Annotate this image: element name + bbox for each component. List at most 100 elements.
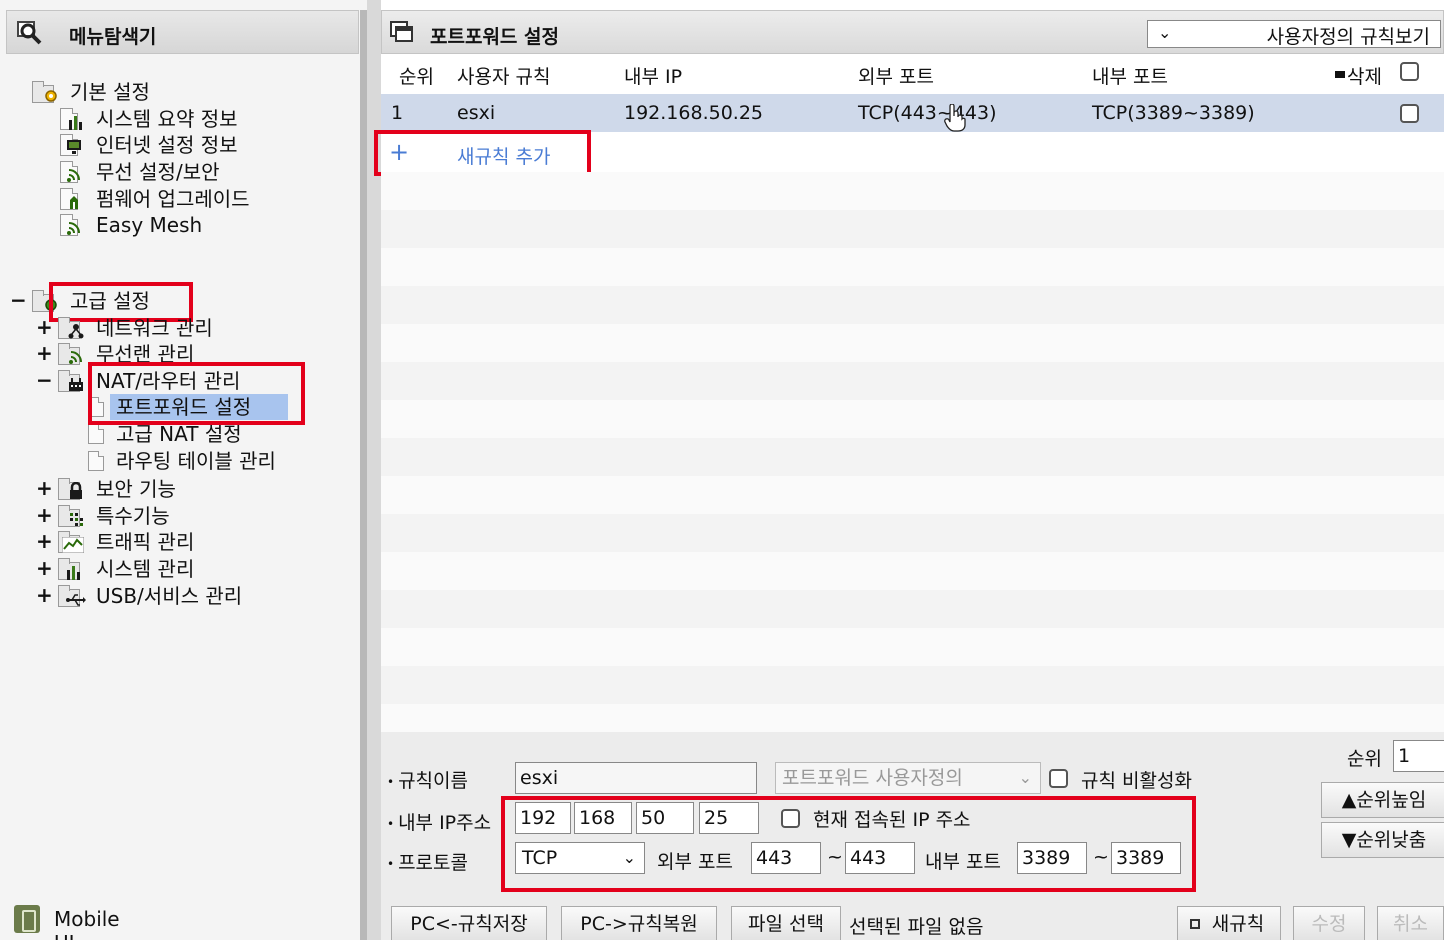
rules-table-header: 순위 사용자 규칙 내부 IP 외부 포트 내부 포트 삭제 (381, 54, 1444, 94)
tree-item-system-summary[interactable]: 시스템 요약 정보 (60, 106, 280, 132)
highlight-nat-router (88, 362, 305, 425)
disable-rule-label: 규칙 비활성화 (1081, 770, 1192, 792)
tree-item-easy-mesh[interactable]: Easy Mesh (60, 212, 260, 238)
rule-view-select[interactable]: ⌄ 사용자정의 규칙보기 (1147, 20, 1441, 48)
folder-settings-icon (32, 81, 58, 103)
new-rule-button[interactable]: 새규칙 (1177, 906, 1281, 940)
lower-order-button[interactable]: ▼순위낮춤 (1321, 822, 1444, 858)
new-rule-icon (1190, 919, 1200, 929)
page-title: 포트포워드 설정 (430, 26, 559, 48)
monitor-icon (60, 134, 86, 156)
lock-icon (58, 478, 84, 500)
table-row[interactable]: 1 esxi 192.168.50.25 TCP(443~443) TCP(33… (381, 94, 1444, 132)
menu-explorer-header: 메뉴탐색기 (6, 10, 359, 54)
mobile-ui-label: Mobile UI (54, 907, 120, 940)
tree-label: 무선 설정/보안 (96, 160, 220, 184)
tree-basic-settings[interactable]: 기본 설정 (32, 79, 232, 105)
tree-label: 기본 설정 (70, 80, 150, 104)
rule-name-label: 규칙이름 (387, 766, 468, 793)
chevron-down-icon: ⌄ (1018, 768, 1032, 787)
tree-label: 트래픽 관리 (96, 530, 195, 554)
tree-item-usb-service[interactable]: + USB/서비스 관리 (36, 583, 276, 609)
internal-ip-label: 내부 IP주소 (387, 808, 491, 835)
disable-rule-checkbox[interactable] (1049, 769, 1068, 788)
select-all-checkbox[interactable] (1400, 62, 1419, 81)
cell-order: 1 (391, 102, 404, 124)
save-to-pc-button[interactable]: PC<-규칙저장 (391, 906, 547, 940)
bar-chart-icon (60, 108, 86, 130)
wifi-icon (58, 343, 84, 365)
tree-item-system[interactable]: + 시스템 관리 (36, 556, 256, 582)
column-order: 순위 (399, 66, 434, 88)
restore-from-pc-button[interactable]: PC->규칙복원 (561, 906, 717, 940)
usb-icon (58, 585, 86, 607)
expand-toggle[interactable]: + (36, 503, 53, 527)
order-input[interactable]: 1 (1393, 740, 1444, 772)
tree-label: 시스템 관리 (96, 557, 195, 581)
row-delete-checkbox[interactable] (1400, 104, 1419, 123)
cancel-button[interactable]: 취소 (1377, 906, 1444, 940)
mesh-icon (60, 214, 86, 236)
cell-external-port: TCP(443~443) (858, 102, 997, 124)
highlight-ip-port-fields (501, 796, 1196, 892)
cell-internal-port: TCP(3389~3389) (1092, 102, 1255, 124)
expand-toggle[interactable]: + (36, 476, 53, 500)
grid-icon (58, 505, 84, 527)
panel-splitter[interactable] (360, 10, 367, 940)
minus-icon (1335, 71, 1345, 78)
tree-label: 시스템 요약 정보 (96, 107, 238, 131)
port-forward-header: 포트포워드 설정 ⌄ 사용자정의 규칙보기 (381, 10, 1444, 54)
new-rule-button-label: 새규칙 (1211, 913, 1265, 935)
hand-cursor-icon (944, 104, 966, 132)
window-icon (390, 21, 413, 42)
wifi-icon (60, 161, 86, 183)
line-chart-icon (58, 531, 84, 553)
firmware-icon (60, 188, 86, 210)
expand-toggle[interactable]: + (36, 341, 53, 365)
tree-item-network[interactable]: + 네트워크 관리 (36, 315, 256, 341)
page-icon (88, 424, 114, 446)
tree-label: USB/서비스 관리 (96, 584, 243, 608)
tree-item-special[interactable]: + 특수기능 (36, 503, 256, 529)
collapse-toggle[interactable]: − (36, 368, 53, 392)
cell-internal-ip: 192.168.50.25 (624, 102, 764, 124)
tree-item-routing-table[interactable]: 라우팅 테이블 관리 (88, 448, 308, 474)
tree-label: Easy Mesh (96, 213, 203, 237)
tree-item-traffic[interactable]: + 트래픽 관리 (36, 529, 256, 555)
expand-toggle[interactable]: + (36, 583, 53, 607)
router-icon (58, 370, 84, 392)
tree-item-internet-info[interactable]: 인터넷 설정 정보 (60, 132, 280, 158)
rule-name-input[interactable]: esxi (515, 762, 757, 794)
order-label: 순위 (1347, 748, 1382, 770)
chevron-down-icon: ⌄ (1158, 23, 1172, 42)
column-internal-ip: 내부 IP (624, 66, 683, 88)
column-rule: 사용자 규칙 (457, 66, 551, 88)
collapse-toggle[interactable]: − (10, 288, 27, 312)
menu-explorer-title: 메뉴탐색기 (69, 26, 157, 48)
rule-type-select[interactable]: 포트포워드 사용자정의 ⌄ (775, 762, 1041, 794)
highlight-add-rule (374, 130, 591, 176)
tree-label: 네트워크 관리 (96, 316, 213, 340)
port-forward-panel: 포트포워드 설정 ⌄ 사용자정의 규칙보기 순위 사용자 규칙 내부 IP 외부… (367, 0, 1444, 940)
search-icon (17, 21, 42, 45)
expand-toggle[interactable]: + (36, 315, 53, 339)
menu-explorer-panel: 메뉴탐색기 기본 설정 시스템 요약 정보 인터넷 설정 정보 무선 설정/보안 (0, 0, 367, 940)
column-internal-port: 내부 포트 (1092, 66, 1168, 88)
network-icon (58, 317, 84, 339)
expand-toggle[interactable]: + (36, 556, 53, 580)
page-icon (88, 451, 114, 473)
modify-button[interactable]: 수정 (1293, 906, 1365, 940)
tree-item-wireless-security[interactable]: 무선 설정/보안 (60, 159, 280, 185)
tree-label: 인터넷 설정 정보 (96, 133, 238, 157)
tree-label: 특수기능 (96, 504, 170, 528)
column-delete: 삭제 (1347, 66, 1382, 88)
raise-order-button[interactable]: ▲순위높임 (1321, 782, 1444, 818)
rule-edit-form: 규칙이름 esxi 포트포워드 사용자정의 ⌄ 규칙 비활성화 내부 IP주소 … (381, 732, 1444, 940)
column-external-port: 외부 포트 (858, 66, 934, 88)
expand-toggle[interactable]: + (36, 529, 53, 553)
tree-label: 펌웨어 업그레이드 (96, 187, 250, 211)
tree-item-security[interactable]: + 보안 기능 (36, 476, 256, 502)
selected-file-status: 선택된 파일 없음 (849, 916, 984, 938)
choose-file-button[interactable]: 파일 선택 (731, 906, 841, 940)
tree-item-firmware-upgrade[interactable]: 펌웨어 업그레이드 (60, 186, 290, 212)
